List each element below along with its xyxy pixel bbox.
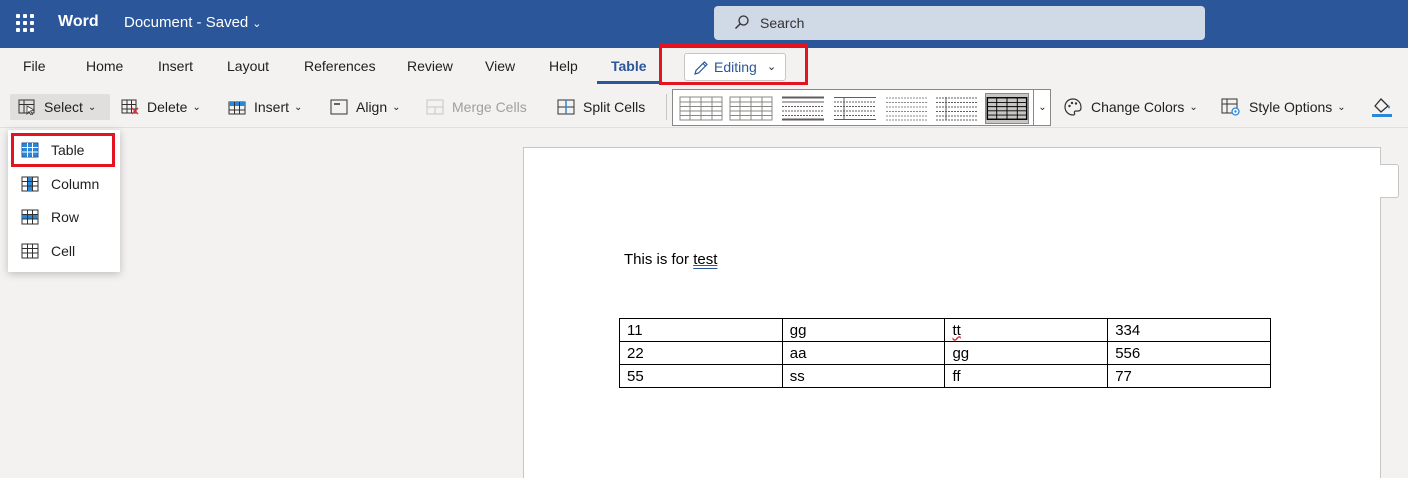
highlight-box-table <box>11 133 115 167</box>
tab-layout[interactable]: Layout <box>227 58 269 74</box>
chevron-down-icon: ⌄ <box>294 101 303 113</box>
app-launcher-icon[interactable] <box>16 14 34 32</box>
delete-button[interactable]: Delete ⌄ <box>121 94 201 120</box>
table-style-thumbnail[interactable] <box>679 96 723 121</box>
change-colors-label: Change Colors <box>1091 99 1185 115</box>
table-cell[interactable]: ff <box>944 364 1109 388</box>
select-label: Select <box>44 99 83 115</box>
table-style-thumbnail[interactable] <box>729 96 773 121</box>
table-style-thumbnail-selected[interactable] <box>985 93 1029 124</box>
row-icon <box>21 209 39 225</box>
table-row: 55 ss ff 77 <box>619 364 1271 388</box>
insert-table-icon <box>228 101 246 115</box>
table-cell[interactable]: 77 <box>1107 364 1271 388</box>
delete-label: Delete <box>147 99 188 115</box>
cell-text: tt <box>952 321 961 339</box>
align-icon <box>330 99 348 115</box>
chevron-down-icon: ⌄ <box>1337 101 1346 113</box>
chevron-down-icon: ⌄ <box>87 101 97 113</box>
menu-item-label: Column <box>51 176 100 192</box>
title-separator: - <box>196 14 202 31</box>
insert-label: Insert <box>254 99 290 115</box>
change-colors-button[interactable]: Change Colors ⌄ <box>1063 94 1198 120</box>
tab-references[interactable]: References <box>304 58 376 74</box>
table-cell[interactable]: 55 <box>619 364 783 388</box>
highlight-box-editing <box>659 44 808 85</box>
tab-file[interactable]: File <box>23 58 46 74</box>
delete-table-icon <box>121 99 139 115</box>
tab-review[interactable]: Review <box>407 58 453 74</box>
cell-text: gg <box>789 321 807 339</box>
comments-pane-toggle[interactable] <box>1380 164 1399 198</box>
split-cells-label: Split Cells <box>583 99 646 115</box>
tab-help[interactable]: Help <box>549 58 578 74</box>
table-cell[interactable]: 11 <box>619 318 783 342</box>
merge-cells-label: Merge Cells <box>452 99 527 115</box>
table-cell[interactable]: 556 <box>1107 341 1271 365</box>
tab-insert[interactable]: Insert <box>158 58 193 74</box>
align-label: Align <box>356 99 388 115</box>
merge-cells-icon <box>426 99 444 115</box>
select-button[interactable]: Select ⌄ <box>10 94 110 120</box>
paint-bucket-icon <box>1372 98 1392 117</box>
select-table-icon <box>18 99 36 115</box>
palette-icon <box>1064 98 1082 116</box>
chevron-down-icon: ⌄ <box>1189 101 1198 113</box>
active-tab-indicator <box>597 81 659 84</box>
menu-item-label: Row <box>51 209 80 225</box>
chevron-down-icon: ⌄ <box>252 18 262 30</box>
document-table[interactable]: 11 gg tt 334 22 aa gg 556 55 ss ff 77 <box>619 318 1271 388</box>
tab-view[interactable]: View <box>485 58 515 74</box>
column-icon <box>21 176 39 192</box>
chevron-down-icon: ⌄ <box>192 101 201 113</box>
table-cell[interactable]: gg <box>944 341 1109 365</box>
table-style-thumbnail[interactable] <box>833 96 877 121</box>
menu-item-row[interactable]: Row <box>8 201 120 233</box>
shading-button[interactable] <box>1370 94 1394 120</box>
split-cells-button[interactable]: Split Cells <box>557 94 645 120</box>
tab-home[interactable]: Home <box>86 58 123 74</box>
table-cell[interactable]: gg <box>781 318 946 342</box>
search-box[interactable] <box>714 6 1205 40</box>
table-cell[interactable]: 334 <box>1107 318 1271 342</box>
table-row: 22 aa gg 556 <box>619 341 1271 365</box>
paragraph-text: This is for <box>624 251 694 268</box>
title-bar: Word Document - Saved ⌄ <box>0 0 1408 48</box>
style-options-label: Style Options <box>1249 99 1333 115</box>
paragraph-word: test <box>693 251 718 268</box>
chevron-down-icon[interactable]: ⌄ <box>1033 90 1051 125</box>
chevron-down-icon: ⌄ <box>392 101 401 113</box>
table-style-thumbnail[interactable] <box>935 96 979 121</box>
document-paragraph[interactable]: This is for test <box>624 251 717 268</box>
document-name: Document <box>124 14 193 31</box>
style-options-icon <box>1221 98 1240 116</box>
table-cell[interactable]: tt <box>944 318 1109 342</box>
style-options-button[interactable]: Style Options ⌄ <box>1221 94 1346 120</box>
table-cell[interactable]: aa <box>781 341 946 365</box>
app-name[interactable]: Word <box>58 13 99 31</box>
table-cell[interactable]: ss <box>781 364 946 388</box>
document-title[interactable]: Document - Saved ⌄ <box>124 14 261 31</box>
menu-item-column[interactable]: Column <box>8 168 120 200</box>
save-status: Saved <box>205 14 249 31</box>
table-styles-gallery[interactable]: ⌄ <box>672 89 1051 126</box>
table-style-thumbnail[interactable] <box>781 96 825 121</box>
tab-table[interactable]: Table <box>611 58 647 74</box>
align-button[interactable]: Align ⌄ <box>330 94 401 120</box>
table-row: 11 gg tt 334 <box>619 318 1271 342</box>
document-page[interactable] <box>523 147 1381 478</box>
table-cell[interactable]: 22 <box>619 341 783 365</box>
search-input[interactable] <box>760 13 1160 33</box>
menu-item-cell[interactable]: Cell <box>8 235 120 267</box>
table-style-thumbnail[interactable] <box>885 96 929 121</box>
cell-icon <box>21 243 39 259</box>
search-icon <box>735 15 749 29</box>
menu-item-label: Cell <box>51 243 76 259</box>
merge-cells-button[interactable]: Merge Cells <box>426 94 527 120</box>
insert-button[interactable]: Insert ⌄ <box>228 94 302 120</box>
toolbar-divider <box>666 94 667 120</box>
split-cells-icon <box>557 99 575 115</box>
